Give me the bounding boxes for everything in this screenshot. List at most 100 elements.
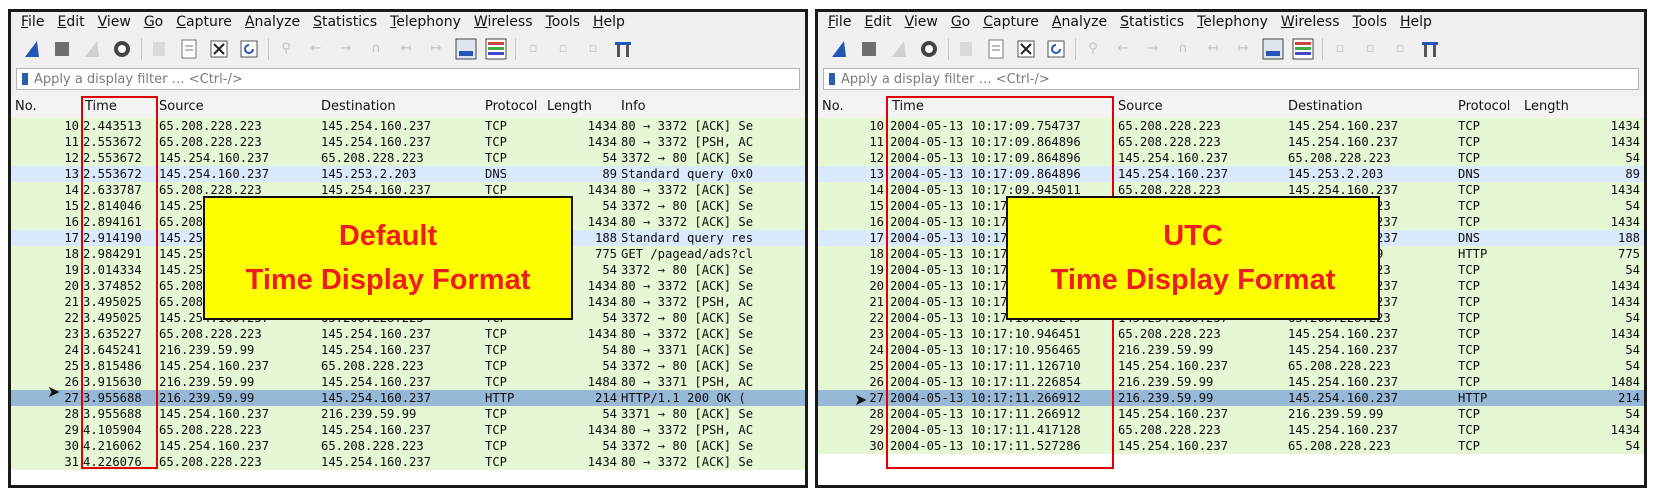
find-packet-icon[interactable]: ⚲ xyxy=(1082,38,1104,60)
column-header-time[interactable]: Time xyxy=(892,99,924,114)
display-filter-input[interactable]: Apply a display filter … <Ctrl-/> xyxy=(16,68,800,90)
packet-row[interactable]: 24 2004-05-13 10:17:10.956465 216.239.59.9… xyxy=(818,342,1644,358)
packet-row[interactable]: 24 3.645241 216.239.59.99 145.254.160.237 TC… xyxy=(11,342,805,358)
resize-columns-icon[interactable] xyxy=(1419,38,1441,60)
menu-analyze[interactable]: Analyze xyxy=(245,14,300,30)
save-file-icon[interactable] xyxy=(178,38,200,60)
go-to-packet-icon[interactable]: ∩ xyxy=(365,38,387,60)
go-back-icon[interactable]: ← xyxy=(1112,38,1134,60)
column-header-no[interactable]: No. xyxy=(15,99,37,114)
packet-row[interactable]: 10 2004-05-13 10:17:09.754737 65.208.228.2… xyxy=(818,118,1644,134)
open-file-icon[interactable] xyxy=(148,38,170,60)
auto-scroll-icon[interactable] xyxy=(455,38,477,60)
zoom-in-icon[interactable]: ▫ xyxy=(1329,38,1351,60)
colorize-icon[interactable] xyxy=(485,38,507,60)
resize-columns-icon[interactable] xyxy=(612,38,634,60)
menu-analyze[interactable]: Analyze xyxy=(1052,14,1107,30)
bookmark-icon[interactable] xyxy=(22,73,28,85)
packet-row[interactable]: 25 2004-05-13 10:17:11.126710 145.254.160.… xyxy=(818,358,1644,374)
close-file-icon[interactable] xyxy=(1015,38,1037,60)
packet-row[interactable]: 29 4.105904 65.208.228.223 145.254.160.237 T… xyxy=(11,422,805,438)
packet-row[interactable]: 13 2004-05-13 10:17:09.864896 145.254.160.… xyxy=(818,166,1644,182)
column-header-destination[interactable]: Destination xyxy=(321,99,396,114)
column-header-length[interactable]: Length xyxy=(547,99,592,114)
bookmark-icon[interactable] xyxy=(829,73,835,85)
first-packet-icon[interactable]: ↤ xyxy=(1202,38,1224,60)
menu-edit[interactable]: Edit xyxy=(864,14,891,30)
stop-capture-icon[interactable] xyxy=(858,38,880,60)
packet-row[interactable]: 26 3.915630 216.239.59.99 145.254.160.237 TC… xyxy=(11,374,805,390)
shark-fin-start-icon[interactable] xyxy=(828,38,850,60)
reload-icon[interactable] xyxy=(238,38,260,60)
column-header-info[interactable]: Info xyxy=(621,99,646,114)
menu-statistics[interactable]: Statistics xyxy=(313,14,377,30)
menu-wireless[interactable]: Wireless xyxy=(1281,14,1340,30)
column-header-no[interactable]: No. xyxy=(822,99,844,114)
last-packet-icon[interactable]: ↦ xyxy=(425,38,447,60)
normal-size-icon[interactable]: ▫ xyxy=(1389,38,1411,60)
menu-help[interactable]: Help xyxy=(593,14,625,30)
normal-size-icon[interactable]: ▫ xyxy=(582,38,604,60)
capture-options-gear-icon[interactable] xyxy=(111,38,133,60)
menu-go[interactable]: Go xyxy=(144,14,163,30)
packet-row[interactable]: 28 2004-05-13 10:17:11.266912 145.254.160.… xyxy=(818,406,1644,422)
column-header-protocol[interactable]: Protocol xyxy=(1458,99,1510,114)
packet-row[interactable]: 26 2004-05-13 10:17:11.226854 216.239.59.9… xyxy=(818,374,1644,390)
restart-capture-icon[interactable] xyxy=(888,38,910,60)
column-header-length[interactable]: Length xyxy=(1524,99,1569,114)
menu-file[interactable]: File xyxy=(828,14,851,30)
column-header-protocol[interactable]: Protocol xyxy=(485,99,537,114)
go-back-icon[interactable]: ← xyxy=(305,38,327,60)
menu-statistics[interactable]: Statistics xyxy=(1120,14,1184,30)
open-file-icon[interactable] xyxy=(955,38,977,60)
first-packet-icon[interactable]: ↤ xyxy=(395,38,417,60)
column-header-source[interactable]: Source xyxy=(159,99,204,114)
packet-row[interactable]: 29 2004-05-13 10:17:11.417128 65.208.228.2… xyxy=(818,422,1644,438)
packet-row[interactable]: 11 2004-05-13 10:17:09.864896 65.208.228.2… xyxy=(818,134,1644,150)
menu-tools[interactable]: Tools xyxy=(546,14,581,30)
packet-row[interactable]: 28 3.955688 145.254.160.237 216.239.59.99 TC… xyxy=(11,406,805,422)
zoom-out-icon[interactable]: ▫ xyxy=(1359,38,1381,60)
go-forward-icon[interactable]: → xyxy=(335,38,357,60)
display-filter-input[interactable]: Apply a display filter … <Ctrl-/> xyxy=(823,68,1639,90)
reload-icon[interactable] xyxy=(1045,38,1067,60)
packet-row[interactable]: 11 2.553672 65.208.228.223 145.254.160.237 T… xyxy=(11,134,805,150)
menu-help[interactable]: Help xyxy=(1400,14,1432,30)
go-to-packet-icon[interactable]: ∩ xyxy=(1172,38,1194,60)
column-header-time[interactable]: Time xyxy=(85,99,117,114)
menu-telephony[interactable]: Telephony xyxy=(1197,14,1268,30)
menu-capture[interactable]: Capture xyxy=(983,14,1039,30)
restart-capture-icon[interactable] xyxy=(81,38,103,60)
menu-view[interactable]: View xyxy=(98,14,131,30)
packet-row[interactable]: 12 2004-05-13 10:17:09.864896 145.254.160.… xyxy=(818,150,1644,166)
colorize-icon[interactable] xyxy=(1292,38,1314,60)
stop-capture-icon[interactable] xyxy=(51,38,73,60)
packet-row[interactable]: 12 2.553672 145.254.160.237 65.208.228.223 T… xyxy=(11,150,805,166)
find-packet-icon[interactable]: ⚲ xyxy=(275,38,297,60)
auto-scroll-icon[interactable] xyxy=(1262,38,1284,60)
shark-fin-start-icon[interactable] xyxy=(21,38,43,60)
menu-tools[interactable]: Tools xyxy=(1353,14,1388,30)
packet-row[interactable]: 27 2004-05-13 10:17:11.266912 216.239.59.9… xyxy=(818,390,1644,406)
menu-edit[interactable]: Edit xyxy=(57,14,84,30)
packet-row[interactable]: 25 3.815486 145.254.160.237 65.208.228.223 T… xyxy=(11,358,805,374)
packet-row[interactable]: 31 4.226076 65.208.228.223 145.254.160.237 T… xyxy=(11,454,805,470)
menu-capture[interactable]: Capture xyxy=(176,14,232,30)
packet-row[interactable]: 23 3.635227 65.208.228.223 145.254.160.237 T… xyxy=(11,326,805,342)
zoom-out-icon[interactable]: ▫ xyxy=(552,38,574,60)
menu-go[interactable]: Go xyxy=(951,14,970,30)
packet-row[interactable]: 13 2.553672 145.254.160.237 145.253.2.203 DN… xyxy=(11,166,805,182)
column-header-source[interactable]: Source xyxy=(1118,99,1163,114)
capture-options-gear-icon[interactable] xyxy=(918,38,940,60)
zoom-in-icon[interactable]: ▫ xyxy=(522,38,544,60)
menu-wireless[interactable]: Wireless xyxy=(474,14,533,30)
packet-row[interactable]: 10 2.443513 65.208.228.223 145.254.160.237 T… xyxy=(11,118,805,134)
close-file-icon[interactable] xyxy=(208,38,230,60)
menu-view[interactable]: View xyxy=(905,14,938,30)
packet-row[interactable]: 30 2004-05-13 10:17:11.527286 145.254.160.… xyxy=(818,438,1644,454)
packet-row[interactable]: 30 4.216062 145.254.160.237 65.208.228.223 T… xyxy=(11,438,805,454)
packet-row[interactable]: 27 3.955688 216.239.59.99 145.254.160.237 HT… xyxy=(11,390,805,406)
menu-telephony[interactable]: Telephony xyxy=(390,14,461,30)
save-file-icon[interactable] xyxy=(985,38,1007,60)
column-header-destination[interactable]: Destination xyxy=(1288,99,1363,114)
